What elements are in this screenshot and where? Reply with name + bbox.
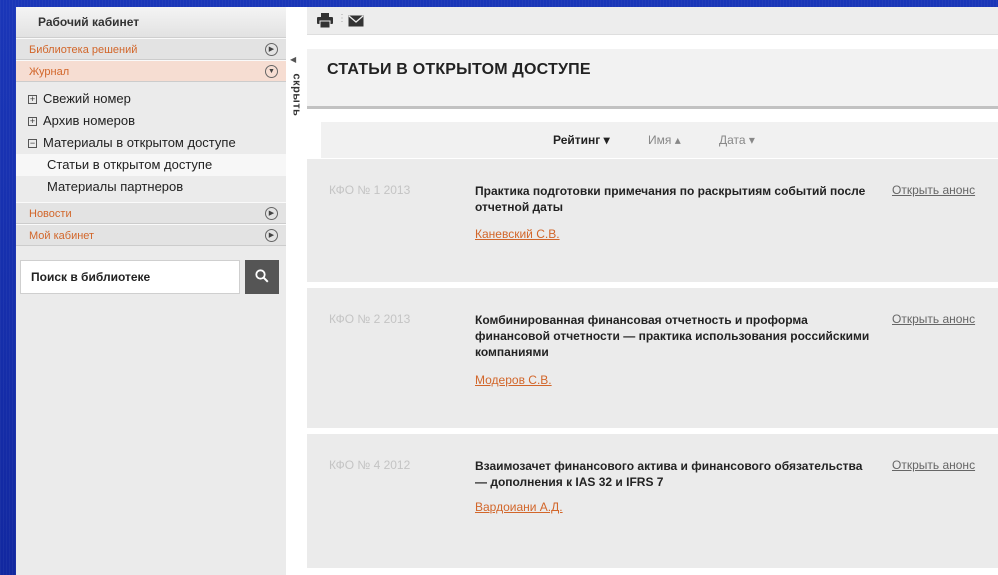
sidebar-section-label: Мой кабинет — [29, 230, 95, 242]
journal-menu: + Свежий номер + Архив номеров − Материалы … — [16, 82, 286, 202]
library-search: Поиск в библиотеке — [16, 254, 286, 299]
issue-number: КФО № 2 2013 — [329, 312, 411, 326]
sort-rating[interactable]: Рейтинг ▾ — [553, 133, 610, 147]
sidebar: Рабочий кабинет Библиотека решений ▶ Жур… — [16, 7, 286, 575]
menu-subitem-partner-materials[interactable]: Материалы партнеров — [16, 176, 286, 198]
menu-item-open-materials[interactable]: − Материалы в открытом доступе — [16, 132, 286, 154]
menu-item-label: Архив номеров — [43, 113, 135, 128]
sidebar-section-label: Новости — [29, 208, 72, 220]
page-title: СТАТЬИ В ОТКРЫТОМ ДОСТУПЕ — [327, 61, 591, 78]
sidebar-section-journal[interactable]: Журнал ▼ — [16, 60, 286, 82]
menu-item-label: Материалы в открытом доступе — [43, 135, 236, 150]
menu-item-label: Свежий номер — [43, 91, 131, 106]
collapse-icon[interactable]: − — [28, 139, 37, 148]
search-icon — [255, 269, 269, 283]
menu-item-fresh-issue[interactable]: + Свежий номер — [16, 88, 286, 110]
article-row: КФО № 1 2013 Практика подготовки примеча… — [307, 159, 998, 288]
toolbar: ⋮ — [307, 7, 998, 35]
search-input[interactable]: Поиск в библиотеке — [20, 260, 240, 294]
author-link[interactable]: Модеров С.В. — [475, 373, 552, 387]
collapse-arrow-icon[interactable]: ◀ — [290, 55, 296, 64]
sort-bar: Рейтинг ▾ Имя ▴ Дата ▾ — [321, 122, 998, 158]
page-header: СТАТЬИ В ОТКРЫТОМ ДОСТУПЕ — [307, 49, 998, 109]
search-button[interactable] — [245, 260, 279, 294]
menu-item-archive[interactable]: + Архив номеров — [16, 110, 286, 132]
open-announcement-link[interactable]: Открыть анонс — [892, 312, 975, 326]
sort-date[interactable]: Дата ▾ — [719, 133, 755, 147]
article-title: Комбинированная финансовая отчетность и … — [475, 313, 870, 359]
collapse-label[interactable]: скрыть — [290, 74, 302, 117]
main-content: ⋮ СТАТЬИ В ОТКРЫТОМ ДОСТУПЕ Рейтинг ▾ Им… — [307, 7, 998, 575]
sidebar-section-library[interactable]: Библиотека решений ▶ — [16, 38, 286, 60]
article-title: Практика подготовки примечания по раскры… — [475, 184, 866, 214]
circle-arrow-right-icon[interactable]: ▶ — [265, 207, 278, 220]
mail-icon[interactable] — [348, 14, 364, 32]
sidebar-section-label: Библиотека решений — [29, 44, 138, 56]
expand-icon[interactable]: + — [28, 95, 37, 104]
print-icon[interactable] — [317, 13, 333, 33]
sidebar-title: Рабочий кабинет — [16, 7, 286, 38]
article-title: Взаимозачет финансового актива и финансо… — [475, 459, 863, 489]
open-announcement-link[interactable]: Открыть анонс — [892, 183, 975, 197]
menu-subitem-open-articles[interactable]: Статьи в открытом доступе — [16, 154, 286, 176]
app-window: Рабочий кабинет Библиотека решений ▶ Жур… — [16, 7, 998, 575]
circle-arrow-right-icon[interactable]: ▶ — [265, 229, 278, 242]
sidebar-section-label: Журнал — [29, 66, 70, 78]
author-link[interactable]: Вардоиани А.Д. — [475, 500, 563, 514]
sort-name[interactable]: Имя ▴ — [648, 133, 681, 147]
sidebar-section-my-cabinet[interactable]: Мой кабинет ▶ — [16, 224, 286, 246]
issue-number: КФО № 4 2012 — [329, 458, 411, 472]
article-row: КФО № 4 2012 Взаимозачет финансового акт… — [307, 434, 998, 574]
sidebar-collapse-strip[interactable]: ◀ скрыть — [286, 7, 304, 575]
sidebar-section-news[interactable]: Новости ▶ — [16, 202, 286, 224]
article-list: КФО № 1 2013 Практика подготовки примеча… — [307, 159, 998, 574]
expand-icon[interactable]: + — [28, 117, 37, 126]
author-link[interactable]: Каневский С.В. — [475, 227, 560, 241]
circle-arrow-right-icon[interactable]: ▶ — [265, 43, 278, 56]
article-row: КФО № 2 2013 Комбинированная финансовая … — [307, 288, 998, 434]
toolbar-separator: ⋮ — [337, 13, 347, 24]
circle-arrow-down-icon[interactable]: ▼ — [265, 65, 278, 78]
open-announcement-link[interactable]: Открыть анонс — [892, 458, 975, 472]
issue-number: КФО № 1 2013 — [329, 183, 411, 197]
